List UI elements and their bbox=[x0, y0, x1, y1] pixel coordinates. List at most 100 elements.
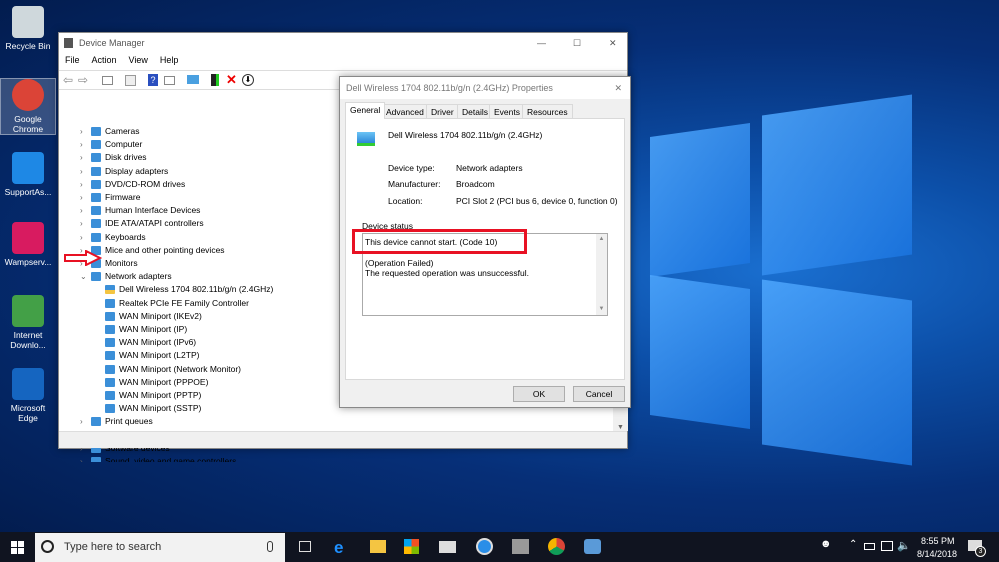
safari-icon[interactable] bbox=[476, 538, 493, 555]
back-icon[interactable]: ⇦ bbox=[63, 73, 73, 87]
tab-general[interactable]: General bbox=[345, 102, 386, 119]
minimize-button[interactable]: — bbox=[537, 33, 546, 53]
microphone-icon[interactable] bbox=[267, 541, 273, 552]
status-bar bbox=[59, 431, 627, 448]
battery-icon[interactable] bbox=[864, 543, 875, 550]
device-icon bbox=[91, 219, 101, 229]
tree-label: Sound, video and game controllers bbox=[105, 456, 237, 462]
device-icon bbox=[91, 127, 101, 136]
tree-label: Cameras bbox=[105, 126, 140, 136]
chevron-right-icon[interactable]: › bbox=[80, 415, 83, 428]
tree-label: Print queues bbox=[105, 416, 153, 427]
desktop-icon[interactable]: Recycle Bin bbox=[0, 6, 56, 51]
chevron-right-icon[interactable]: › bbox=[80, 455, 83, 462]
maximize-button[interactable]: ☐ bbox=[573, 33, 581, 53]
chevron-right-icon[interactable]: › bbox=[80, 231, 83, 244]
menu-action[interactable]: Action bbox=[92, 55, 117, 65]
chevron-right-icon[interactable]: › bbox=[80, 125, 83, 138]
window-title: Device Manager bbox=[79, 38, 145, 48]
update-icon[interactable] bbox=[125, 75, 136, 86]
device-type-label: Device type: bbox=[388, 163, 435, 173]
tab-driver[interactable]: Driver bbox=[426, 104, 459, 118]
mail-icon[interactable] bbox=[439, 541, 456, 553]
supportassist-icon bbox=[12, 152, 44, 184]
search-placeholder: Type here to search bbox=[64, 541, 162, 553]
desktop-icon-label: Microsoft Edge bbox=[10, 403, 46, 423]
cancel-button[interactable]: Cancel bbox=[573, 386, 625, 402]
tab-details[interactable]: Details bbox=[457, 104, 493, 118]
menu-file[interactable]: File bbox=[65, 55, 80, 65]
chevron-down-icon[interactable]: ⌄ bbox=[80, 270, 87, 283]
menu-help[interactable]: Help bbox=[160, 55, 179, 65]
desktop-icon[interactable]: SupportAs... bbox=[0, 152, 56, 197]
store-icon[interactable] bbox=[404, 539, 419, 554]
file-explorer-icon[interactable] bbox=[370, 540, 386, 553]
people-icon[interactable]: ☻ bbox=[820, 538, 832, 550]
tree-label: Computer bbox=[105, 139, 143, 150]
start-button[interactable] bbox=[11, 541, 24, 554]
network-app-icon[interactable] bbox=[512, 539, 529, 554]
idm-icon bbox=[12, 295, 44, 327]
scroll-down-icon[interactable]: ▼ bbox=[617, 424, 624, 431]
warning-device-icon bbox=[105, 285, 115, 295]
wallpaper-pane bbox=[762, 279, 912, 466]
properties-icon[interactable] bbox=[102, 76, 113, 85]
desktop-icon[interactable]: Google Chrome bbox=[0, 78, 56, 135]
tree-label: WAN Miniport (L2TP) bbox=[119, 350, 200, 361]
show-hidden-icons[interactable]: ⌃ bbox=[849, 539, 857, 550]
tab-events[interactable]: Events bbox=[489, 104, 525, 118]
category-item[interactable]: › Print queues bbox=[60, 415, 600, 428]
notification-count: 3 bbox=[975, 546, 986, 557]
desktop-icon[interactable]: Microsoft Edge bbox=[0, 368, 56, 423]
dialog-title: Dell Wireless 1704 802.11b/g/n (2.4GHz) … bbox=[346, 83, 553, 93]
help-icon[interactable]: ? bbox=[148, 74, 158, 86]
network-tray-icon[interactable] bbox=[881, 541, 893, 551]
recycle-bin-icon bbox=[12, 6, 44, 38]
textbox-scrollbar[interactable]: ▲ ▼ bbox=[596, 234, 607, 315]
menu-view[interactable]: View bbox=[129, 55, 148, 65]
chrome-taskbar-icon[interactable] bbox=[548, 538, 565, 555]
dialog-close-button[interactable]: ✕ bbox=[614, 77, 622, 99]
desktop-icon[interactable]: Internet Downlo... bbox=[0, 295, 56, 350]
device-icon bbox=[105, 311, 115, 321]
uninstall-icon[interactable]: ✕ bbox=[226, 72, 237, 88]
desktop-icon[interactable]: Wampserv... bbox=[0, 222, 56, 267]
ok-button[interactable]: OK bbox=[513, 386, 565, 402]
edge-taskbar-icon[interactable]: e bbox=[334, 538, 343, 558]
chevron-right-icon[interactable]: › bbox=[80, 165, 83, 178]
chevron-right-icon[interactable]: › bbox=[80, 178, 83, 191]
device-icon bbox=[91, 457, 101, 462]
chevron-right-icon[interactable]: › bbox=[80, 204, 83, 217]
tree-label: Display adapters bbox=[105, 165, 169, 176]
dialog-title-bar: Dell Wireless 1704 802.11b/g/n (2.4GHz) … bbox=[340, 77, 630, 99]
device-icon bbox=[105, 325, 115, 334]
device-icon bbox=[91, 206, 101, 216]
tab-resources[interactable]: Resources bbox=[522, 104, 573, 118]
chevron-right-icon[interactable]: › bbox=[80, 191, 83, 204]
search-icon bbox=[41, 540, 54, 553]
volume-icon[interactable]: 🔈 bbox=[897, 539, 911, 552]
desktop-icon-label: Google Chrome bbox=[12, 114, 44, 134]
clock-time[interactable]: 8:55 PM bbox=[921, 536, 955, 546]
category-item[interactable]: › Sound, video and game controllers bbox=[60, 455, 600, 462]
device-type-value: Network adapters bbox=[456, 163, 523, 173]
manufacturer-label: Manufacturer: bbox=[388, 179, 441, 189]
clock-date[interactable]: 8/14/2018 bbox=[917, 549, 957, 559]
disable-icon[interactable]: ⬇ bbox=[242, 74, 254, 86]
forward-icon[interactable]: ⇨ bbox=[78, 73, 88, 87]
control-panel-icon[interactable] bbox=[584, 539, 601, 554]
search-box[interactable]: Type here to search bbox=[35, 533, 285, 562]
task-view-icon[interactable] bbox=[299, 541, 311, 552]
view-icon[interactable] bbox=[164, 76, 175, 85]
device-name: Dell Wireless 1704 802.11b/g/n (2.4GHz) bbox=[388, 130, 543, 140]
desktop-icon-label: Internet Downlo... bbox=[10, 330, 46, 350]
tree-label: WAN Miniport (PPTP) bbox=[119, 390, 202, 400]
chevron-right-icon[interactable]: › bbox=[80, 138, 83, 151]
tab-advanced[interactable]: Advanced bbox=[381, 104, 429, 118]
chevron-right-icon[interactable]: › bbox=[80, 151, 83, 164]
enable-device-icon[interactable] bbox=[211, 74, 219, 86]
close-button[interactable]: ✕ bbox=[609, 33, 617, 53]
chevron-right-icon[interactable]: › bbox=[80, 217, 83, 230]
red-highlight-box bbox=[352, 229, 527, 254]
scan-hardware-icon[interactable] bbox=[187, 75, 199, 84]
